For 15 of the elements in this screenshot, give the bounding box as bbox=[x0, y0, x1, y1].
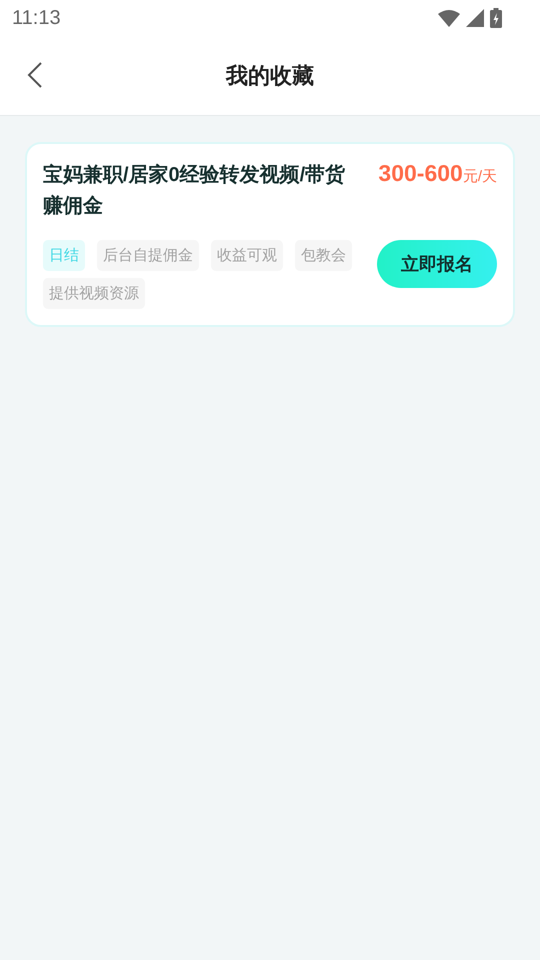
salary-unit: 元/天 bbox=[462, 167, 497, 186]
status-time: 11:13 bbox=[12, 6, 61, 30]
job-card[interactable]: 宝妈兼职/居家0经验转发视频/带货赚佣金 300-600元/天 日结 后台自提佣金 收益可观 包教会 提供视频资源 立即报名 bbox=[25, 142, 515, 327]
signal-icon bbox=[466, 9, 484, 27]
job-tag: 提供视频资源 bbox=[43, 278, 145, 309]
job-title: 宝妈兼职/居家0经验转发视频/带货赚佣金 bbox=[43, 162, 346, 219]
job-tag: 后台自提佣金 bbox=[97, 240, 199, 271]
page-title: 我的收藏 bbox=[226, 62, 314, 90]
wifi-icon bbox=[438, 9, 460, 27]
job-tag: 包教会 bbox=[295, 240, 352, 271]
job-tag: 日结 bbox=[43, 240, 85, 271]
salary: 300-600 bbox=[378, 160, 463, 187]
apply-button[interactable]: 立即报名 bbox=[377, 240, 497, 288]
job-tag: 收益可观 bbox=[211, 240, 283, 271]
battery-icon bbox=[490, 8, 502, 28]
